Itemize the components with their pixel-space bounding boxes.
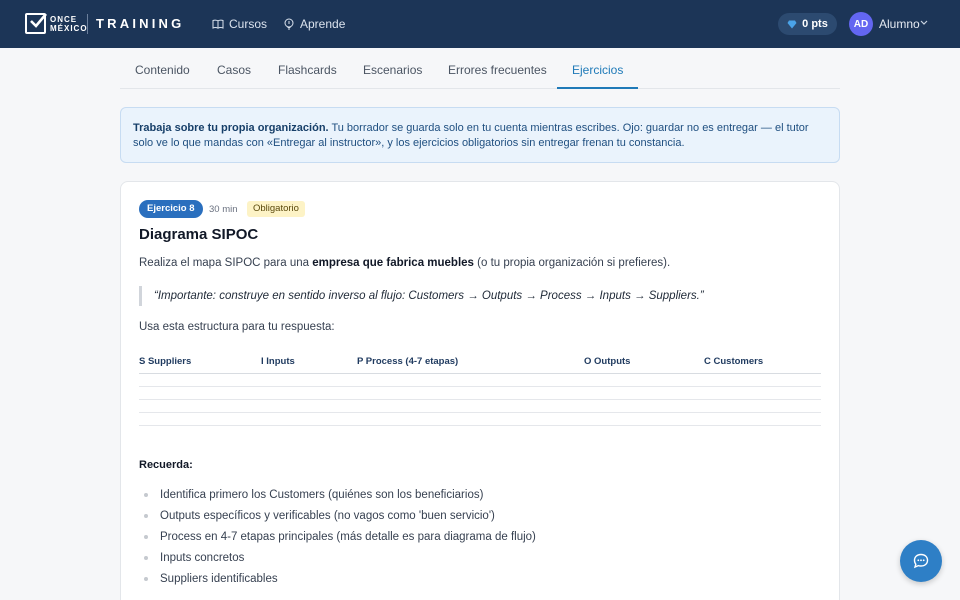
diamond-icon: [787, 20, 797, 28]
exercise-description: Realiza el mapa SIPOC para una empresa q…: [139, 257, 670, 269]
exercise-title: Diagrama SIPOC: [139, 226, 259, 243]
remember-heading: Recuerda:: [139, 459, 193, 471]
sipoc-header-suppliers: S Suppliers: [139, 356, 192, 367]
tab-errores-frecuentes[interactable]: Errores frecuentes: [433, 48, 562, 89]
points-text: 0 pts: [802, 18, 828, 30]
sipoc-table: S Suppliers I Inputs P Process (4-7 etap…: [139, 350, 821, 426]
info-banner: Trabaja sobre tu propia organización. Tu…: [120, 107, 840, 163]
important-quote: “Importante: construye en sentido invers…: [139, 286, 704, 306]
logo-bottom-text: MÉXICO: [50, 23, 88, 33]
list-item: Inputs concretos: [139, 551, 536, 572]
structure-intro: Usa esta estructura para tu respuesta:: [139, 321, 335, 333]
table-row[interactable]: [139, 413, 821, 426]
chat-button[interactable]: [900, 540, 942, 582]
points-badge[interactable]: 0 pts: [778, 13, 837, 35]
tab-escenarios[interactable]: Escenarios: [348, 48, 437, 89]
exercise-time: 30 min: [209, 204, 238, 215]
desc-post: (o tu propia organización si prefieres).: [473, 257, 671, 269]
logo-separator: [87, 14, 88, 34]
logo-top-text: ONCE: [50, 14, 78, 24]
sipoc-header-process: P Process (4-7 etapas): [357, 356, 459, 367]
tab-flashcards[interactable]: Flashcards: [263, 48, 352, 89]
exercise-number-badge: Ejercicio 8: [139, 200, 203, 218]
top-bar: ONCE MÉXICO TRAINING Cursos Aprende 0 pt…: [0, 0, 960, 48]
check-logo-icon: [25, 13, 47, 34]
chat-bubble-icon: [913, 553, 929, 569]
desc-pre: Realiza el mapa SIPOC para una: [139, 257, 313, 269]
nav-cursos-label: Cursos: [229, 17, 268, 31]
lightbulb-icon: [284, 18, 294, 30]
tips-list: Identifica primero los Customers (quiéne…: [139, 488, 536, 593]
table-row[interactable]: [139, 374, 821, 387]
tab-contenido[interactable]: Contenido: [120, 48, 205, 89]
exercise-card: Ejercicio 8 30 min Obligatorio Diagrama …: [120, 181, 840, 600]
chevron-down-icon[interactable]: [920, 20, 928, 26]
list-item: Process en 4-7 etapas principales (más d…: [139, 530, 536, 551]
list-item: Outputs específicos y verificables (no v…: [139, 509, 536, 530]
tab-casos[interactable]: Casos: [202, 48, 266, 89]
table-row[interactable]: [139, 387, 821, 400]
nav-cursos[interactable]: Cursos: [212, 0, 267, 48]
tab-ejercicios[interactable]: Ejercicios: [557, 48, 639, 89]
sipoc-header-inputs: I Inputs: [261, 356, 295, 367]
required-badge: Obligatorio: [247, 201, 305, 217]
tab-bar: Contenido Casos Flashcards Escenarios Er…: [120, 48, 840, 89]
sipoc-header-customers: C Customers: [704, 356, 764, 367]
desc-bold: empresa que fabrica muebles: [312, 257, 474, 269]
book-icon: [212, 19, 224, 29]
list-item: Identifica primero los Customers (quiéne…: [139, 488, 536, 509]
nav-aprende[interactable]: Aprende: [283, 0, 345, 48]
user-name[interactable]: Alumno: [879, 17, 920, 31]
nav-aprende-label: Aprende: [300, 17, 346, 31]
list-item: Suppliers identificables: [139, 572, 536, 593]
sipoc-header-outputs: O Outputs: [584, 356, 631, 367]
table-row[interactable]: [139, 400, 821, 413]
avatar[interactable]: AD: [849, 12, 873, 36]
sipoc-header-row: S Suppliers I Inputs P Process (4-7 etap…: [139, 350, 821, 374]
brand-title: TRAINING: [96, 16, 185, 31]
logo[interactable]: ONCE MÉXICO: [25, 13, 88, 34]
info-banner-strong: Trabaja sobre tu propia organización.: [133, 122, 329, 134]
